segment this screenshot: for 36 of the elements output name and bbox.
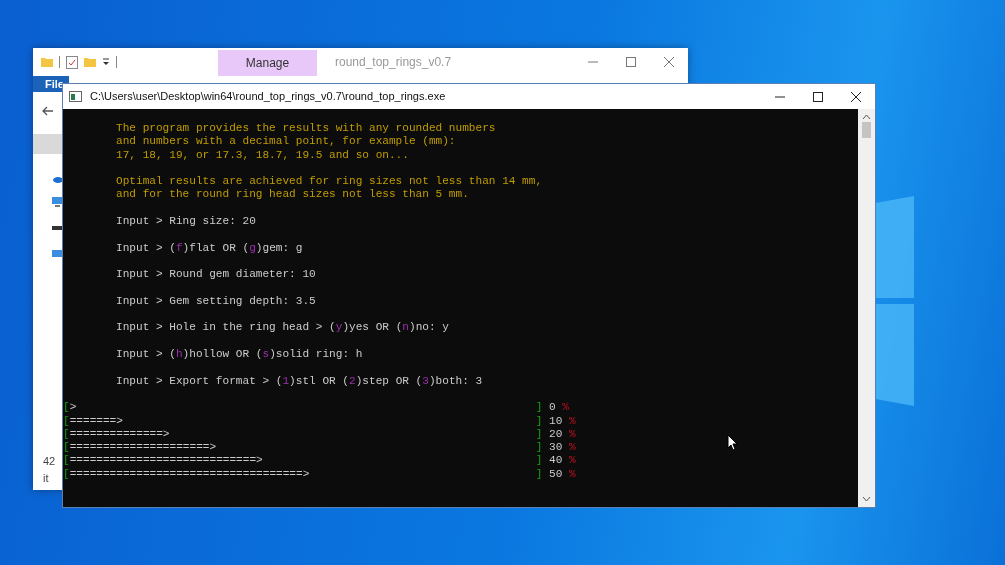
progress-line: [=====================> ] 30 %	[63, 441, 576, 455]
window-title: C:\Users\user\Desktop\win64\round_top_rings_v0.7\round_top_rings.exe	[90, 89, 446, 105]
console-line: and numbers with a decimal point, for example (mm):	[115, 135, 456, 149]
close-icon[interactable]	[851, 91, 861, 102]
cloud-icon[interactable]	[52, 175, 62, 183]
progress-line: [=======> ] 10 %	[63, 414, 576, 428]
scrollbar[interactable]	[858, 109, 875, 507]
console-line: Input > Ring size: 20	[115, 215, 256, 229]
progress-line: [===================================> ] 50 %	[63, 467, 576, 481]
network-icon[interactable]	[52, 247, 62, 257]
progress-line: [============================> ] 40 %	[63, 454, 576, 468]
console-line: Input > Gem setting depth: 3.5	[115, 294, 316, 309]
console-icon	[69, 91, 82, 102]
scroll-thumb[interactable]	[862, 122, 871, 138]
computer-icon[interactable]	[52, 197, 62, 207]
progress-line: [> ] 0 %	[63, 401, 569, 415]
console-line: The program provides the results with any rounded numbers	[115, 122, 496, 136]
console-line: Input > Hole in the ring head > (y)yes OR (n)no: y	[115, 321, 449, 335]
console-line: 17, 18, 19, or 17.3, 18.7, 19.5 and so on...	[115, 148, 409, 162]
status-text: 42 it	[43, 454, 57, 486]
manage-tab[interactable]: Manage	[218, 50, 317, 76]
scroll-down-icon[interactable]	[862, 496, 871, 502]
console-line: Input > Export format > (1)stl OR (2)step OR (3)both: 3	[115, 374, 483, 388]
window-title: round_top_rings_v0.7	[335, 54, 452, 71]
console-line: Optimal results are achieved for ring sizes not less than 14 mm,	[115, 175, 543, 189]
back-arrow-icon[interactable]	[42, 106, 54, 116]
maximize-icon[interactable]	[813, 91, 823, 102]
mouse-cursor-icon	[727, 434, 738, 451]
progress-line: [==============> ] 20 %	[63, 427, 576, 442]
console-line: Input > Round gem diameter: 10	[115, 268, 316, 282]
console-line: Input > (h)hollow OR (s)solid ring: h	[115, 348, 363, 362]
scroll-up-icon[interactable]	[862, 114, 871, 120]
console-line: Input > (f)flat OR (g)gem: g	[115, 241, 303, 255]
console-line: and for the round ring head sizes not less than 5 mm.	[115, 188, 469, 202]
dropdown-icon[interactable]	[102, 58, 110, 66]
checklist-icon[interactable]	[66, 55, 78, 69]
